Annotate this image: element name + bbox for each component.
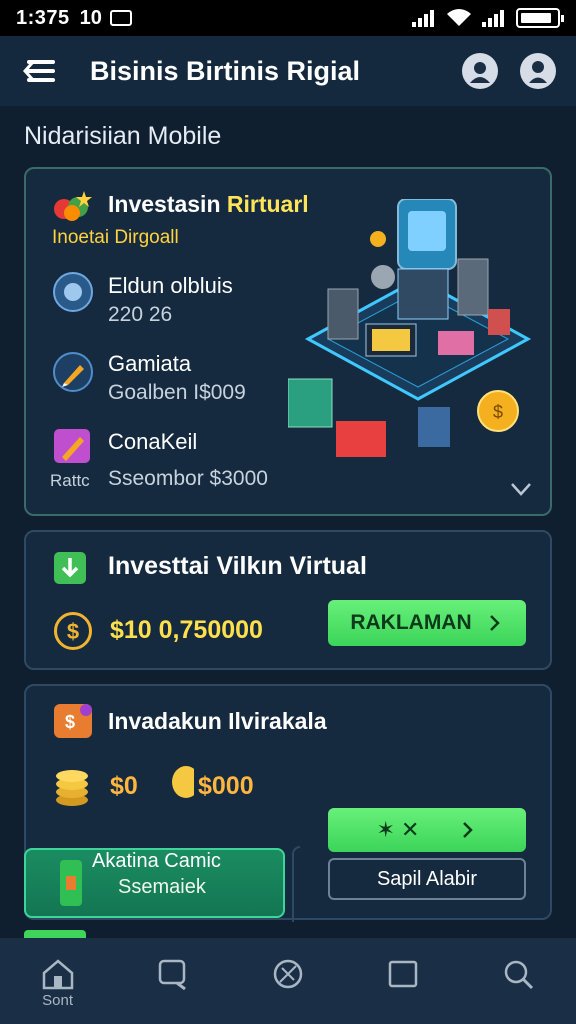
row-value: Goalben I$009: [108, 381, 246, 404]
battery-icon: [516, 8, 564, 28]
next-card-peek: [24, 930, 86, 938]
virtual-investment-card[interactable]: Investasin Rirtuarl Inoetai Dirgoall Eld…: [24, 167, 552, 516]
divider: [292, 846, 300, 922]
wifi-icon: [447, 9, 471, 26]
download-icon: [54, 552, 86, 584]
globe-icon: [53, 272, 93, 312]
page-title: Bisinis Birtinis Rigial: [90, 55, 361, 86]
row-small-label: Rattc: [50, 471, 90, 490]
row-label: ConaKeil: [108, 429, 198, 454]
card-title: Investasin Rirtuarl: [108, 191, 309, 218]
secondary-button[interactable]: Sapil Alabir: [328, 858, 526, 900]
nav-item-home[interactable]: Sont: [0, 938, 115, 1024]
card-tag: Inoetai Dirgoall: [52, 227, 179, 248]
tag-icon: [54, 429, 90, 463]
chevron-right-icon: [489, 615, 500, 631]
section-subtitle: Nidarisiian Mobile: [24, 122, 222, 150]
promo-card[interactable]: Akatina Camic Ssemaiek: [24, 848, 285, 918]
row-label: Eldun olbluis: [108, 273, 233, 298]
investment-illustration: $: [288, 199, 532, 457]
nav-label: Sont: [42, 992, 74, 1009]
bottle-icon: [60, 860, 82, 906]
app-header: Bisinis Birtinis Rigial: [0, 36, 576, 106]
chevron-down-icon[interactable]: [510, 482, 532, 496]
svg-text:$: $: [493, 402, 503, 422]
signal-icon: [482, 10, 504, 27]
promo-title: Akatina Camic: [92, 850, 221, 872]
compass-icon: [273, 959, 303, 989]
chevron-right-icon: [463, 822, 474, 838]
square-icon: [388, 960, 418, 988]
signal-icon: [412, 10, 434, 27]
gift-icon: $: [54, 704, 92, 738]
user-icon: [529, 61, 547, 83]
menu-button[interactable]: [20, 51, 60, 91]
status-bar: 1:375 10: [0, 0, 576, 36]
button-label: RAKLAMAN: [350, 611, 472, 634]
search-icon: [505, 960, 534, 990]
account-icon: [470, 62, 490, 83]
card-title: Investtai Vilkın Virtual: [108, 552, 367, 580]
reklaman-button[interactable]: RAKLAMAN: [328, 600, 526, 646]
svg-text:$: $: [67, 619, 79, 644]
status-time: 1:375: [16, 6, 70, 29]
pen-icon: [53, 352, 93, 392]
svg-text:$: $: [65, 712, 75, 732]
card-title: Invadakun Ilvirakala: [108, 708, 327, 734]
user-button[interactable]: [520, 53, 556, 89]
screenshot-icon: [109, 10, 132, 26]
action-button[interactable]: ✶ ✕: [328, 808, 526, 852]
nav-item-explore[interactable]: [230, 938, 345, 1024]
status-indicator: 10: [79, 6, 102, 29]
value-2: $000: [198, 772, 254, 800]
nav-item-search[interactable]: [461, 938, 576, 1024]
investment-amount: $10 0,750000: [110, 616, 263, 644]
promo-subtitle: Ssemaiek: [118, 876, 206, 898]
button-label: ✶ ✕: [376, 817, 420, 842]
value-1: $0: [110, 772, 138, 800]
dollar-coin-icon: $: [54, 612, 92, 650]
card-title-prefix: Investasin: [108, 191, 227, 217]
fruit-icon: [54, 191, 92, 221]
account-button[interactable]: [462, 53, 498, 89]
menu-icon: [23, 60, 55, 82]
home-icon: [42, 959, 73, 990]
row-value: Sseombor $3000: [108, 467, 268, 490]
virtual-investment-summary-card[interactable]: Investtai Vilkın Virtual $ $10 0,750000 …: [24, 530, 552, 670]
chat-icon: [158, 959, 186, 990]
nav-item-chat[interactable]: [115, 938, 230, 1024]
row-label: Gamiata: [108, 351, 192, 376]
nav-item-window[interactable]: [346, 938, 461, 1024]
bottom-nav: Sont: [0, 938, 576, 1024]
row-value: 220 26: [108, 303, 173, 326]
